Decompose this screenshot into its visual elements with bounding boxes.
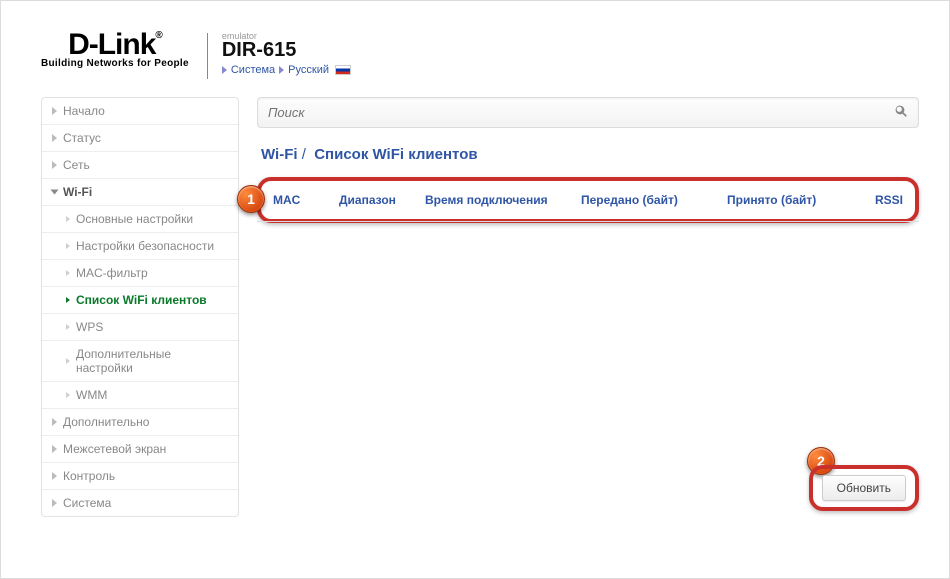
search-bar <box>257 97 919 128</box>
header-divider <box>207 33 208 79</box>
sidebar-item-advanced[interactable]: Дополнительно <box>42 408 238 435</box>
sidebar-item-label: Система <box>63 496 111 510</box>
footer-area: 2 Обновить <box>257 447 919 517</box>
crumb-current: Список WiFi клиентов <box>314 146 477 163</box>
table-divider <box>257 221 919 222</box>
sidebar-item-label: Дополнительно <box>63 415 149 429</box>
sidebar-sub-security[interactable]: Настройки безопасности <box>42 232 238 259</box>
page-title: Wi-Fi / Список WiFi клиентов <box>257 140 919 165</box>
chevron-right-icon <box>52 418 57 426</box>
model-block: emulator DIR-615 Система Русский <box>222 31 351 76</box>
main-content: Wi-Fi / Список WiFi клиентов 1 MAC Диапа… <box>257 97 919 517</box>
sidebar-sub-label: MAC-фильтр <box>76 266 148 280</box>
annotation-highlight-1: MAC Диапазон Время подключения Передано … <box>257 177 919 223</box>
th-band[interactable]: Диапазон <box>339 193 409 207</box>
header-crumbs: Система Русский <box>222 64 351 76</box>
chevron-right-icon <box>279 66 284 74</box>
th-mac[interactable]: MAC <box>273 193 323 207</box>
sidebar-item-label: Сеть <box>63 158 90 172</box>
th-tx[interactable]: Передано (байт) <box>581 193 711 207</box>
model-name: DIR-615 <box>222 39 351 62</box>
sidebar-item-firewall[interactable]: Межсетевой экран <box>42 435 238 462</box>
sidebar-sub-clients[interactable]: Список WiFi клиентов <box>42 286 238 313</box>
chevron-right-icon <box>66 243 70 249</box>
sidebar-sub-label: Настройки безопасности <box>76 239 214 253</box>
sidebar-sub-basic[interactable]: Основные настройки <box>42 205 238 232</box>
chevron-right-icon <box>222 66 227 74</box>
crumb-parent[interactable]: Wi-Fi <box>261 146 298 163</box>
chevron-right-icon <box>66 392 70 398</box>
chevron-right-icon <box>66 297 70 303</box>
th-rssi[interactable]: RSSI <box>863 193 903 207</box>
sidebar-sub-wps[interactable]: WPS <box>42 313 238 340</box>
sidebar-item-network[interactable]: Сеть <box>42 151 238 178</box>
chevron-right-icon <box>52 445 57 453</box>
th-conntime[interactable]: Время подключения <box>425 193 565 207</box>
brand-logo: D-Link® Building Networks for People <box>41 31 189 69</box>
sidebar-item-label: Контроль <box>63 469 115 483</box>
sidebar-item-label: Wi-Fi <box>63 185 92 199</box>
chevron-right-icon <box>66 270 70 276</box>
flag-ru-icon <box>335 65 351 75</box>
sidebar-item-wifi[interactable]: Wi-Fi <box>42 178 238 205</box>
brand-tagline: Building Networks for People <box>41 58 189 69</box>
sidebar-sub-label: Основные настройки <box>76 212 193 226</box>
sidebar-item-system[interactable]: Система <box>42 489 238 516</box>
search-input[interactable] <box>268 105 894 120</box>
sidebar-sub-extra[interactable]: Дополнительные настройки <box>42 340 238 381</box>
brand-name: D-Link® <box>68 31 162 60</box>
chevron-right-icon <box>66 358 70 364</box>
sidebar-item-label: Начало <box>63 104 105 118</box>
table-header-row: MAC Диапазон Время подключения Передано … <box>269 185 907 215</box>
sidebar-item-label: Межсетевой экран <box>63 442 166 456</box>
sidebar-sub-label: WMM <box>76 388 107 402</box>
chevron-right-icon <box>66 324 70 330</box>
clients-table: 1 MAC Диапазон Время подключения Передан… <box>257 177 919 222</box>
refresh-button[interactable]: Обновить <box>822 475 906 501</box>
chevron-right-icon <box>52 107 57 115</box>
sidebar-sub-label: Дополнительные настройки <box>76 347 228 375</box>
chevron-right-icon <box>66 216 70 222</box>
sidebar: Начало Статус Сеть Wi-Fi Основные настро… <box>41 97 239 517</box>
sidebar-item-status[interactable]: Статус <box>42 124 238 151</box>
search-icon[interactable] <box>894 104 908 121</box>
crumb-system[interactable]: Система <box>231 64 275 76</box>
annotation-badge-1: 1 <box>237 185 265 213</box>
chevron-right-icon <box>52 161 57 169</box>
chevron-right-icon <box>52 134 57 142</box>
sidebar-sub-wmm[interactable]: WMM <box>42 381 238 408</box>
crumb-language[interactable]: Русский <box>288 64 329 76</box>
sidebar-item-control[interactable]: Контроль <box>42 462 238 489</box>
sidebar-sub-label: Список WiFi клиентов <box>76 293 207 307</box>
chevron-right-icon <box>52 499 57 507</box>
sidebar-sub-macfilter[interactable]: MAC-фильтр <box>42 259 238 286</box>
chevron-right-icon <box>52 472 57 480</box>
sidebar-item-start[interactable]: Начало <box>42 98 238 124</box>
chevron-down-icon <box>51 190 59 195</box>
annotation-highlight-2: Обновить <box>809 465 919 511</box>
breadcrumb-separator: / <box>302 146 315 163</box>
th-rx[interactable]: Принято (байт) <box>727 193 847 207</box>
header: D-Link® Building Networks for People emu… <box>41 31 919 79</box>
sidebar-item-label: Статус <box>63 131 101 145</box>
sidebar-sub-label: WPS <box>76 320 103 334</box>
